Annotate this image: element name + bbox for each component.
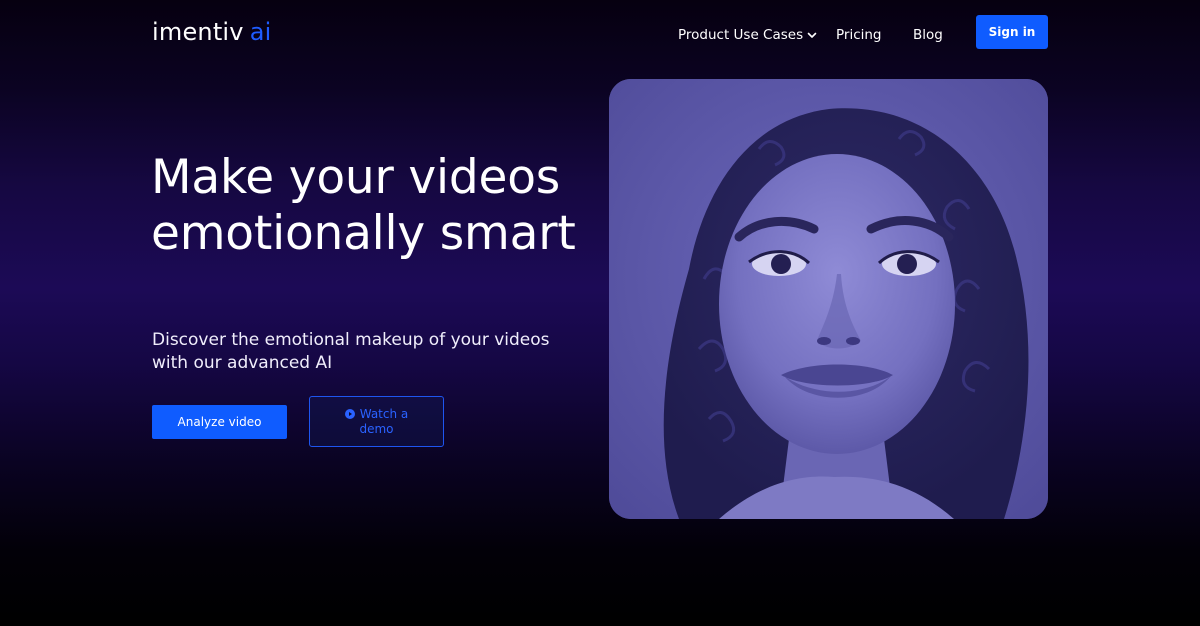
brand-logo[interactable]: imentiv ai [152, 18, 272, 46]
logo-wordmark: imentiv [152, 18, 244, 46]
chevron-down-icon [807, 32, 817, 38]
nav-product-use-cases[interactable]: Product Use Cases [678, 26, 817, 44]
hero-subtitle: Discover the emotional makeup of your vi… [152, 330, 550, 373]
watch-demo-button[interactable]: Watch a demo [309, 396, 444, 447]
portrait-illustration [609, 79, 1048, 519]
nav-pricing[interactable]: Pricing [836, 26, 882, 44]
nav-product-use-cases-label: Product Use Cases [678, 27, 804, 43]
nav-blog[interactable]: Blog [913, 26, 943, 44]
watch-demo-label: Watch a demo [359, 406, 409, 436]
play-circle-icon [344, 408, 355, 419]
hero-title: Make your videos emotionally smart [151, 150, 576, 261]
sign-in-button[interactable]: Sign in [976, 15, 1048, 49]
analyze-video-button[interactable]: Analyze video [152, 405, 287, 439]
logo-accent: ai [249, 18, 272, 46]
hero-portrait-image [609, 79, 1048, 519]
